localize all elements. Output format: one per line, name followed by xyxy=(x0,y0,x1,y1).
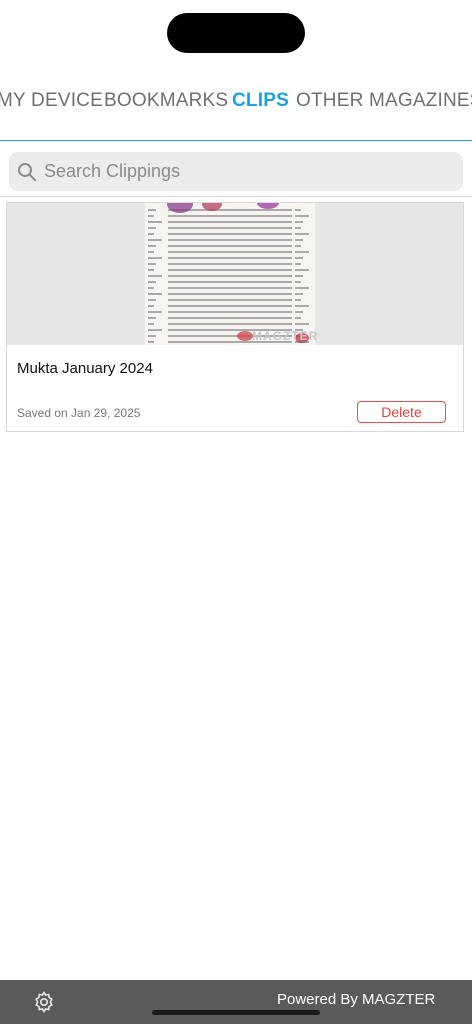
thumbnail-text-line xyxy=(168,239,299,241)
divider xyxy=(0,196,472,197)
thumbnail-text-line xyxy=(148,245,156,247)
thumbnail-text-line xyxy=(148,215,154,217)
thumbnail-text-line xyxy=(148,269,154,271)
thumbnail-text-line xyxy=(295,299,301,301)
thumbnail-text-line xyxy=(168,281,311,283)
thumbnail-text-line xyxy=(295,263,301,265)
thumbnail-text-line xyxy=(148,239,162,241)
thumbnail-text-line xyxy=(148,275,162,277)
thumbnail-text-line xyxy=(148,287,154,289)
tab-underline xyxy=(0,140,472,141)
thumbnail-text-line xyxy=(168,269,305,271)
thumbnail-text-line xyxy=(295,281,301,283)
thumbnail-text-line xyxy=(148,227,156,229)
thumbnail-text-line xyxy=(148,221,162,223)
thumbnail-text-line xyxy=(148,329,162,331)
clipping-card[interactable]: MAGZTER Mukta January 2024 Saved on Jan … xyxy=(6,202,464,432)
thumbnail-text-line xyxy=(295,251,309,253)
thumbnail-text-line xyxy=(148,233,154,235)
thumbnail-text-line xyxy=(168,227,311,229)
tab-my-device[interactable]: MY DEVICE xyxy=(0,90,103,112)
thumbnail-page xyxy=(145,203,165,345)
tab-other-magazines[interactable]: OTHER MAGAZINES xyxy=(296,90,472,112)
thumbnail-text-line xyxy=(295,311,303,313)
search-bar[interactable]: Search Clippings xyxy=(9,152,463,191)
footer-bar: Powered By MAGZTER xyxy=(0,980,472,1024)
thumbnail-text-line xyxy=(168,245,311,247)
thumbnail-text-line xyxy=(168,299,311,301)
thumbnail-text-line xyxy=(168,233,305,235)
thumbnail-text-line xyxy=(168,305,305,307)
thumbnail-text-line xyxy=(295,221,303,223)
thumbnail-text-line xyxy=(168,287,305,289)
thumbnail-watermark: MAGZTER xyxy=(252,329,319,343)
thumbnail-text-line xyxy=(168,293,299,295)
thumbnail-text-line xyxy=(148,317,156,319)
thumbnail-text-line xyxy=(148,257,162,259)
clipping-saved-date: Saved on Jan 29, 2025 xyxy=(17,406,141,420)
thumbnail-text-line xyxy=(168,275,299,277)
thumbnail-text-line xyxy=(148,251,154,253)
thumbnail-text-line xyxy=(295,227,301,229)
gear-icon[interactable] xyxy=(32,990,56,1014)
thumbnail-text-line xyxy=(148,293,162,295)
thumbnail-text-line xyxy=(295,317,301,319)
thumbnail-decoration xyxy=(237,331,253,341)
thumbnail-text-line xyxy=(295,305,309,307)
thumbnail-text-line xyxy=(295,209,301,211)
thumbnail-text-line xyxy=(168,311,299,313)
thumbnail-text-line xyxy=(148,311,162,313)
thumbnail-text-line xyxy=(148,209,156,211)
thumbnail-text-line xyxy=(148,299,156,301)
thumbnail-text-line xyxy=(295,245,301,247)
thumbnail-text-line xyxy=(295,323,309,325)
thumbnail-text-line xyxy=(148,305,154,307)
thumbnail-text-line xyxy=(168,251,305,253)
thumbnail-text-line xyxy=(295,269,309,271)
thumbnail-text-line xyxy=(148,323,154,325)
search-icon xyxy=(18,163,36,181)
clipping-title: Mukta January 2024 xyxy=(17,360,153,377)
thumbnail-text-line xyxy=(295,239,303,241)
thumbnail-text-line xyxy=(295,215,309,217)
thumbnail-text-line xyxy=(168,215,305,217)
search-input[interactable]: Search Clippings xyxy=(44,161,180,182)
thumbnail-text-line xyxy=(148,281,156,283)
delete-button[interactable]: Delete xyxy=(357,401,446,423)
thumbnail-text-line xyxy=(168,323,305,325)
thumbnail-text-line xyxy=(168,221,299,223)
thumbnail-text-line xyxy=(295,293,303,295)
thumbnail-text-line xyxy=(168,263,311,265)
powered-by-label: Powered By MAGZTER xyxy=(277,991,436,1008)
thumbnail-text-line xyxy=(295,233,309,235)
thumbnail-text-line xyxy=(148,263,156,265)
thumbnail-text-line xyxy=(168,257,299,259)
tab-clips[interactable]: CLIPS xyxy=(232,90,289,112)
dynamic-island xyxy=(167,13,305,53)
tab-bar: MY DEVICE BOOKMARKS CLIPS OTHER MAGAZINE… xyxy=(0,82,472,122)
thumbnail-page xyxy=(292,203,314,345)
thumbnail-text-line xyxy=(148,335,156,337)
clipping-thumbnail[interactable]: MAGZTER xyxy=(7,203,463,345)
thumbnail-text-line xyxy=(148,341,154,343)
thumbnail-text-line xyxy=(295,257,303,259)
thumbnail-text-line xyxy=(295,275,303,277)
thumbnail-text-line xyxy=(295,287,309,289)
home-indicator xyxy=(152,1010,320,1015)
thumbnail-text-line xyxy=(168,317,311,319)
tab-bookmarks[interactable]: BOOKMARKS xyxy=(104,90,228,112)
